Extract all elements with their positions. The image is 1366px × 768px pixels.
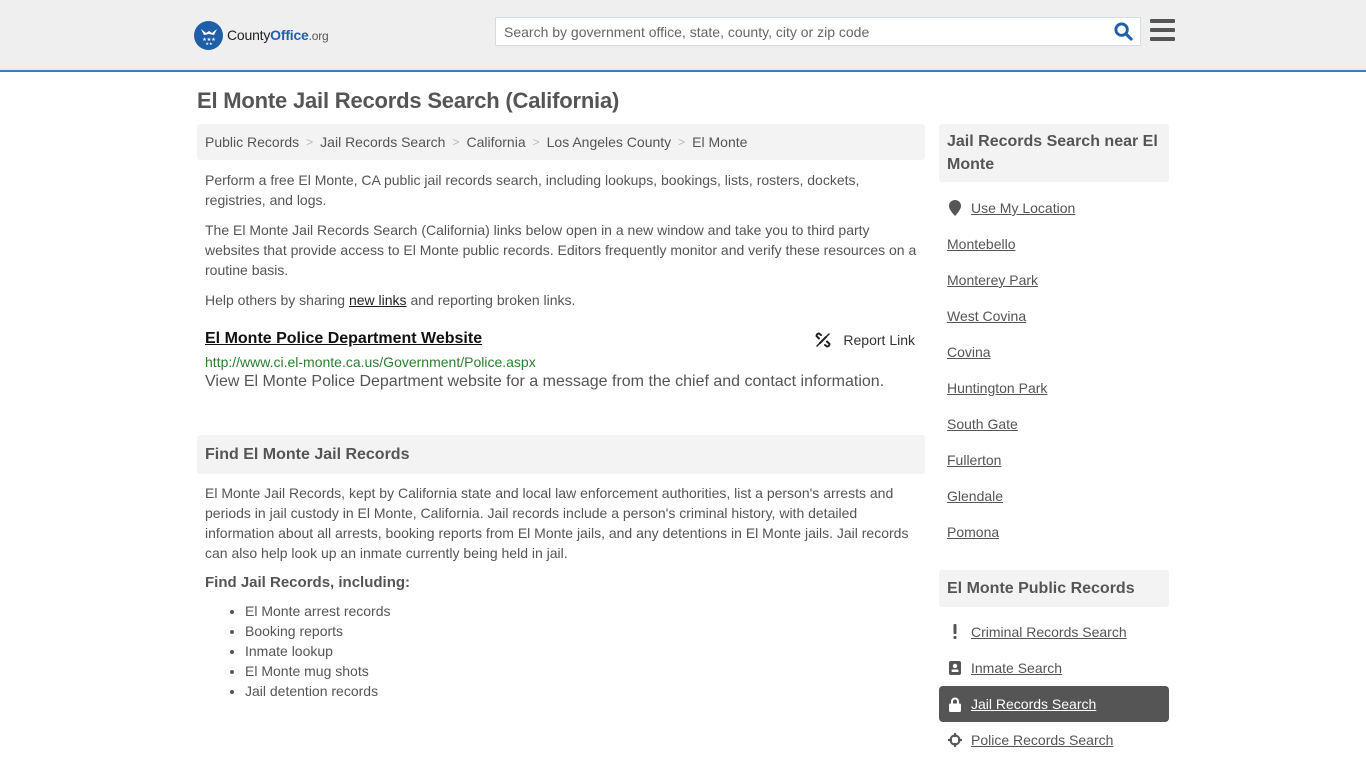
inmate-search-link[interactable]: Inmate Search xyxy=(971,660,1062,676)
public-record-item-inmate: Inmate Search xyxy=(939,650,1169,686)
public-record-item-criminal: Criminal Records Search xyxy=(939,614,1169,650)
nearby-city-link[interactable]: Montebello xyxy=(947,236,1016,252)
nearby-city-link[interactable]: Covina xyxy=(947,344,991,360)
breadcrumb-public-records[interactable]: Public Records xyxy=(205,134,299,150)
broken-link-icon xyxy=(815,332,831,348)
breadcrumb-california[interactable]: California xyxy=(466,134,525,150)
id-badge-icon xyxy=(947,661,963,675)
search-button[interactable] xyxy=(1106,18,1140,45)
svg-text:★★: ★★ xyxy=(205,41,213,45)
main-content: Public Records > Jail Records Search > C… xyxy=(197,124,925,701)
nearby-city-item: South Gate xyxy=(939,406,1169,442)
nearby-city-item: Covina xyxy=(939,334,1169,370)
nearby-city-item: Pomona xyxy=(939,514,1169,550)
nearby-city-item: Monterey Park xyxy=(939,262,1169,298)
resource-listing: El Monte Police Department Website Repor… xyxy=(197,330,925,391)
nearby-city-item: Montebello xyxy=(939,226,1169,262)
use-my-location-item: Use My Location xyxy=(939,190,1169,226)
public-record-item-jail: Jail Records Search xyxy=(939,686,1169,722)
use-my-location-link[interactable]: Use My Location xyxy=(971,200,1075,216)
nearby-cities-list: Use My Location Montebello Monterey Park… xyxy=(939,190,1169,550)
site-header: ★★★ ★★ CountyOffice.org xyxy=(0,0,1366,72)
public-record-item-police: Police Records Search xyxy=(939,722,1169,758)
exclamation-icon xyxy=(947,624,963,640)
logo-text: CountyOffice.org xyxy=(227,27,329,43)
breadcrumb-separator: > xyxy=(306,135,314,149)
search-icon xyxy=(1113,22,1133,41)
breadcrumb: Public Records > Jail Records Search > C… xyxy=(197,124,925,160)
breadcrumb-los-angeles-county[interactable]: Los Angeles County xyxy=(547,134,672,150)
new-links-link[interactable]: new links xyxy=(349,292,407,308)
list-item: Booking reports xyxy=(230,621,925,641)
resource-title-link[interactable]: El Monte Police Department Website xyxy=(205,330,482,347)
eagle-badge-icon: ★★★ ★★ xyxy=(194,20,223,50)
nearby-heading: Jail Records Search near El Monte xyxy=(939,124,1169,182)
sidebar: Jail Records Search near El Monte Use My… xyxy=(939,124,1169,758)
list-item: El Monte arrest records xyxy=(230,601,925,621)
nearby-city-link[interactable]: Pomona xyxy=(947,524,999,540)
search-input[interactable] xyxy=(496,18,1106,45)
resource-description: View El Monte Police Department website … xyxy=(205,373,885,390)
list-item: Inmate lookup xyxy=(230,641,925,661)
nearby-city-link[interactable]: West Covina xyxy=(947,308,1026,324)
site-logo[interactable]: ★★★ ★★ CountyOffice.org xyxy=(194,20,329,50)
nearby-city-link[interactable]: South Gate xyxy=(947,416,1018,432)
hamburger-menu-button[interactable] xyxy=(1150,19,1175,41)
hamburger-menu-icon xyxy=(1150,19,1175,23)
resource-url: http://www.ci.el-monte.ca.us/Government/… xyxy=(205,354,536,370)
jail-records-list: El Monte arrest records Booking reports … xyxy=(197,601,925,701)
find-section-subheading: Find Jail Records, including: xyxy=(205,574,411,591)
nearby-city-item: Glendale xyxy=(939,478,1169,514)
lock-icon xyxy=(947,697,963,712)
page-title: El Monte Jail Records Search (California… xyxy=(197,88,620,113)
breadcrumb-separator: > xyxy=(452,135,460,149)
list-item: Jail detention records xyxy=(230,681,925,701)
breadcrumb-jail-records-search[interactable]: Jail Records Search xyxy=(320,134,445,150)
nearby-city-link[interactable]: Huntington Park xyxy=(947,380,1047,396)
intro-paragraph-1: Perform a free El Monte, CA public jail … xyxy=(205,172,860,208)
nearby-city-item: Fullerton xyxy=(939,442,1169,478)
breadcrumb-el-monte[interactable]: El Monte xyxy=(692,134,747,150)
nearby-city-link[interactable]: Fullerton xyxy=(947,452,1001,468)
find-section-heading: Find El Monte Jail Records xyxy=(197,435,925,474)
police-records-search-link[interactable]: Police Records Search xyxy=(971,732,1113,748)
report-link-button[interactable]: Report Link xyxy=(815,332,915,348)
intro-paragraph-2: The El Monte Jail Records Search (Califo… xyxy=(205,222,917,278)
public-records-list: Criminal Records Search Inmate Search Ja… xyxy=(939,614,1169,758)
criminal-records-search-link[interactable]: Criminal Records Search xyxy=(971,624,1127,640)
breadcrumb-separator: > xyxy=(678,135,686,149)
intro-paragraph-3: Help others by sharing new links and rep… xyxy=(205,292,576,308)
nearby-city-link[interactable]: Glendale xyxy=(947,488,1003,504)
public-records-heading: El Monte Public Records xyxy=(939,570,1169,607)
find-section-body: El Monte Jail Records, kept by Californi… xyxy=(205,485,909,561)
nearby-city-item: West Covina xyxy=(939,298,1169,334)
search-bar xyxy=(495,17,1141,46)
nearby-city-link[interactable]: Monterey Park xyxy=(947,272,1038,288)
map-marker-icon xyxy=(947,200,963,216)
list-item: El Monte mug shots xyxy=(230,661,925,681)
breadcrumb-separator: > xyxy=(532,135,540,149)
nearby-city-item: Huntington Park xyxy=(939,370,1169,406)
jail-records-search-link[interactable]: Jail Records Search xyxy=(971,696,1096,712)
crosshairs-icon xyxy=(947,733,963,747)
